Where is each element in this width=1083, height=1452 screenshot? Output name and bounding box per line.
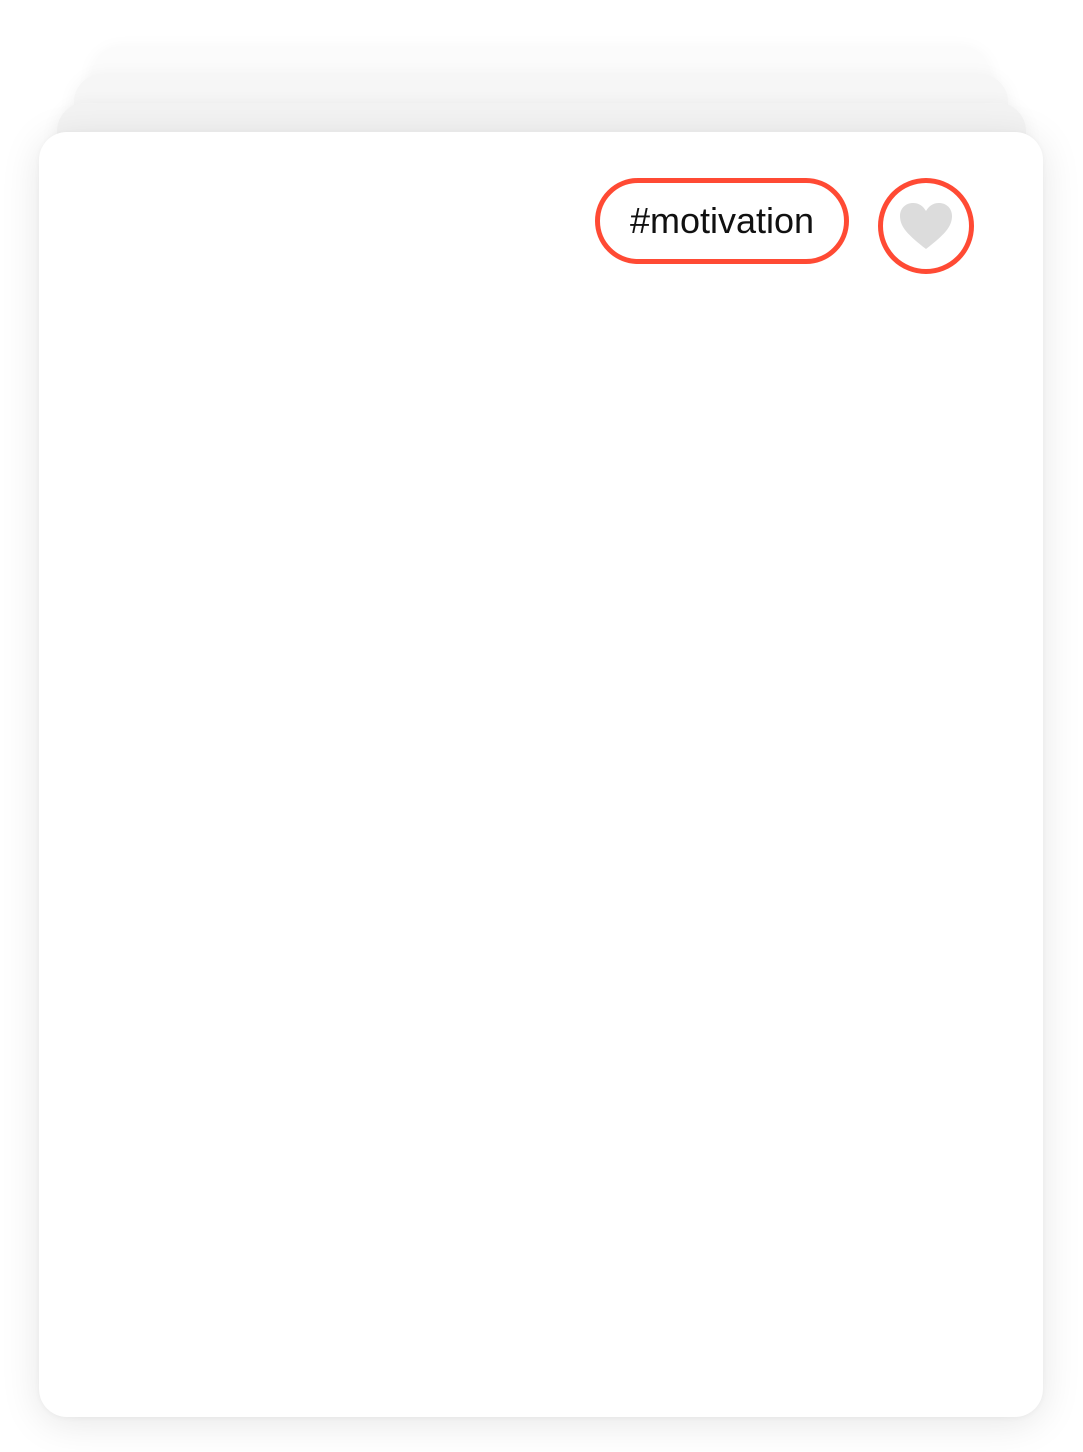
- tag-pill-motivation[interactable]: #motivation: [595, 178, 849, 264]
- like-button[interactable]: [878, 178, 974, 274]
- tag-label: #motivation: [629, 200, 815, 241]
- card-stack: #motivation: [0, 0, 1083, 1452]
- heart-icon: [898, 201, 954, 251]
- quote-card[interactable]: #motivation: [39, 132, 1043, 1417]
